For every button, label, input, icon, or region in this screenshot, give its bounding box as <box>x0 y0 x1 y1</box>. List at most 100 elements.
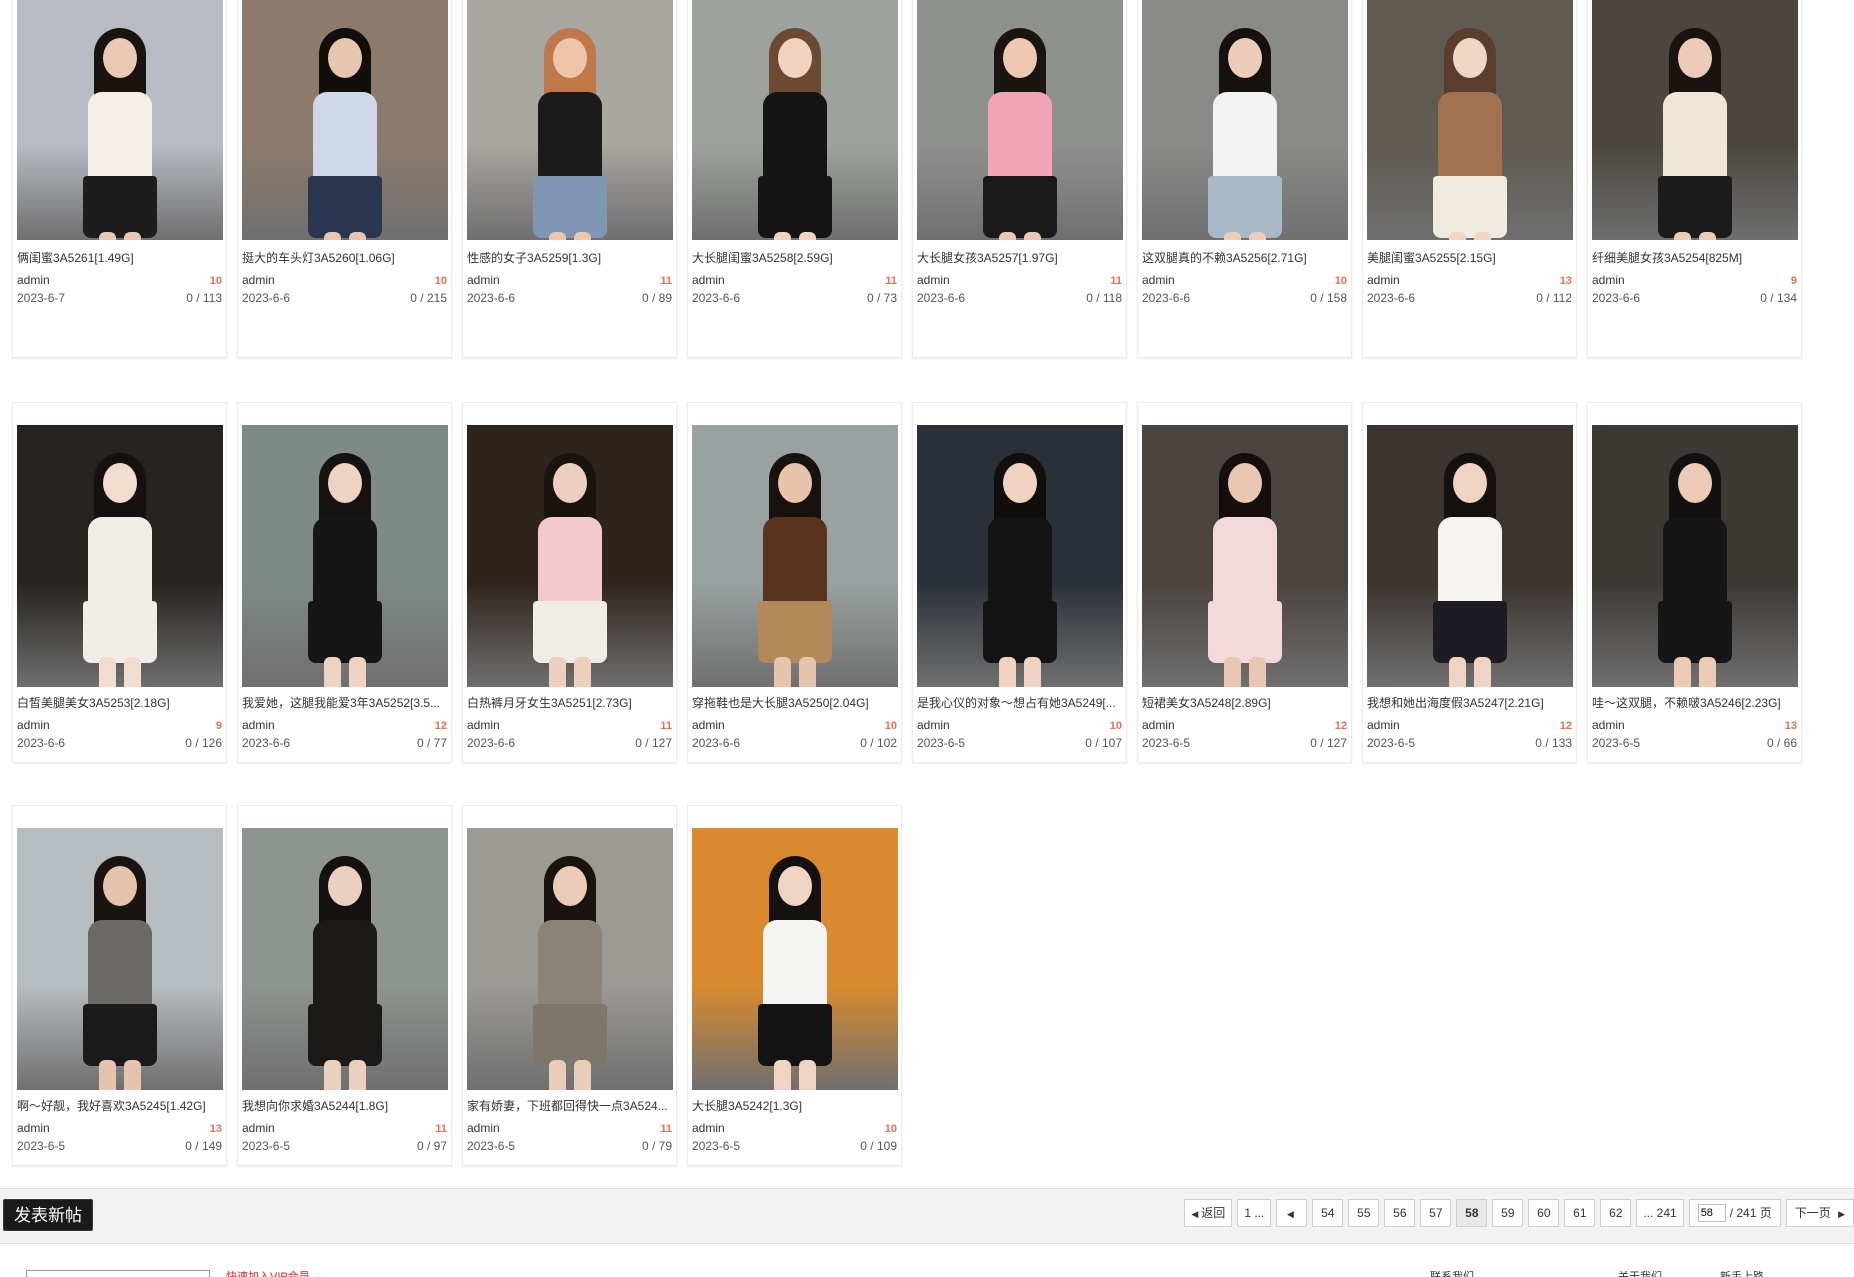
thread-thumbnail[interactable] <box>242 828 448 1090</box>
thread-card[interactable]: 这双腿真的不赖3A5256[2.71G] admin 10 2023-6-6 0 / 1… <box>1137 0 1352 358</box>
thread-card[interactable]: 大长腿3A5242[1.3G] admin 10 2023-6-5 0 / 109 <box>687 805 902 1166</box>
thread-thumbnail[interactable] <box>1592 425 1798 687</box>
thread-thumbnail[interactable] <box>467 425 673 687</box>
page-number[interactable]: 61 <box>1564 1199 1596 1227</box>
thread-thumbnail[interactable] <box>692 0 898 240</box>
thread-author[interactable]: admin <box>17 718 50 732</box>
thread-title[interactable]: 这双腿真的不赖3A5256[2.71G] <box>1142 250 1347 266</box>
footer-vip-link[interactable]: 快速加入VIP会员 <box>226 1270 310 1277</box>
page-jump-input[interactable] <box>1697 1204 1726 1222</box>
thread-thumbnail[interactable] <box>1592 0 1798 240</box>
thread-title[interactable]: 性感的女子3A5259[1.3G] <box>467 250 672 266</box>
thread-title[interactable]: 我爱她，这腿我能爱3年3A5252[3.5... <box>242 695 447 711</box>
thread-thumbnail[interactable] <box>917 0 1123 240</box>
page-number[interactable]: 55 <box>1348 1199 1380 1227</box>
thread-thumbnail[interactable] <box>17 0 223 240</box>
thread-author[interactable]: admin <box>242 718 275 732</box>
footer-about-link[interactable]: 关于我们 <box>1618 1270 1662 1277</box>
thread-title[interactable]: 美腿闺蜜3A5255[2.15G] <box>1367 250 1572 266</box>
thread-author[interactable]: admin <box>242 1121 275 1135</box>
thread-author[interactable]: admin <box>692 273 725 287</box>
thread-card[interactable]: 挺大的车头灯3A5260[1.06G] admin 10 2023-6-6 0 / 21… <box>237 0 452 358</box>
thread-thumbnail[interactable] <box>1142 425 1348 687</box>
thread-author[interactable]: admin <box>1592 273 1625 287</box>
thread-title[interactable]: 短裙美女3A5248[2.89G] <box>1142 695 1347 711</box>
thread-card[interactable]: 哇～这双腿，不赖啵3A5246[2.23G] admin 13 2023-6-5 0 /… <box>1587 402 1802 763</box>
thread-title[interactable]: 俩闺蜜3A5261[1.49G] <box>17 250 222 266</box>
page-number[interactable]: 59 <box>1492 1199 1524 1227</box>
footer-contact-link[interactable]: 联系我们 <box>1430 1270 1474 1277</box>
thread-card[interactable]: 是我心仪的对象～想占有她3A5249[... admin 10 2023-6-5 0 /… <box>912 402 1127 763</box>
thread-author[interactable]: admin <box>917 273 950 287</box>
thread-thumbnail[interactable] <box>17 425 223 687</box>
thread-thumbnail[interactable] <box>467 0 673 240</box>
thread-card[interactable]: 我爱她，这腿我能爱3年3A5252[3.5... admin 12 2023-6-6 0… <box>237 402 452 763</box>
prev-page-button[interactable]: ◀ <box>1276 1199 1308 1227</box>
thread-card[interactable]: 短裙美女3A5248[2.89G] admin 12 2023-6-5 0 / 127 <box>1137 402 1352 763</box>
thread-card[interactable]: 性感的女子3A5259[1.3G] admin 11 2023-6-6 0 / 89 <box>462 0 677 358</box>
thread-card[interactable]: 俩闺蜜3A5261[1.49G] admin 10 2023-6-7 0 / 113 <box>12 0 227 358</box>
thread-card[interactable]: 家有娇妻，下班都回得快一点3A524... admin 11 2023-6-5 0 / … <box>462 805 677 1166</box>
thread-title[interactable]: 我想向你求婚3A5244[1.8G] <box>242 1098 447 1114</box>
page-first[interactable]: 1 ... <box>1237 1199 1272 1227</box>
thread-title[interactable]: 大长腿闺蜜3A5258[2.59G] <box>692 250 897 266</box>
thread-title[interactable]: 穿拖鞋也是大长腿3A5250[2.04G] <box>692 695 897 711</box>
thread-title[interactable]: 是我心仪的对象～想占有她3A5249[... <box>917 695 1122 711</box>
thread-author[interactable]: admin <box>1367 273 1400 287</box>
thread-author[interactable]: admin <box>1142 718 1175 732</box>
thread-author[interactable]: admin <box>1142 273 1175 287</box>
thread-title[interactable]: 大长腿女孩3A5257[1.97G] <box>917 250 1122 266</box>
thread-title[interactable]: 大长腿3A5242[1.3G] <box>692 1098 897 1114</box>
thread-author[interactable]: admin <box>692 718 725 732</box>
thread-thumbnail[interactable] <box>692 828 898 1090</box>
new-post-button[interactable]: 发表新帖 <box>3 1199 93 1231</box>
thread-card[interactable]: 大长腿闺蜜3A5258[2.59G] admin 11 2023-6-6 0 / 73 <box>687 0 902 358</box>
page-number[interactable]: 60 <box>1528 1199 1560 1227</box>
thread-thumbnail[interactable] <box>1367 425 1573 687</box>
page-last[interactable]: ... 241 <box>1636 1199 1684 1227</box>
thread-card[interactable]: 纤细美腿女孩3A5254[825M] admin 9 2023-6-6 0 / 134 <box>1587 0 1802 358</box>
page-number[interactable]: 62 <box>1600 1199 1632 1227</box>
thread-author[interactable]: admin <box>467 718 500 732</box>
thread-card[interactable]: 白热裤月牙女生3A5251[2.73G] admin 11 2023-6-6 0 / 1… <box>462 402 677 763</box>
thread-card[interactable]: 我想向你求婚3A5244[1.8G] admin 11 2023-6-5 0 / 97 <box>237 805 452 1166</box>
thread-title[interactable]: 啊～好靓，我好喜欢3A5245[1.42G] <box>17 1098 222 1114</box>
thread-card[interactable]: 美腿闺蜜3A5255[2.15G] admin 13 2023-6-6 0 / 112 <box>1362 0 1577 358</box>
thread-thumbnail[interactable] <box>1367 0 1573 240</box>
thread-card[interactable]: 我想和她出海度假3A5247[2.21G] admin 12 2023-6-5 0 / … <box>1362 402 1577 763</box>
thread-thumbnail[interactable] <box>692 425 898 687</box>
thread-title[interactable]: 白皙美腿美女3A5253[2.18G] <box>17 695 222 711</box>
thread-card[interactable]: 穿拖鞋也是大长腿3A5250[2.04G] admin 10 2023-6-6 0 / … <box>687 402 902 763</box>
page-current[interactable]: 58 <box>1456 1199 1488 1227</box>
thread-title[interactable]: 我想和她出海度假3A5247[2.21G] <box>1367 695 1572 711</box>
back-button[interactable]: ◀ 返回 <box>1184 1199 1233 1227</box>
page-number[interactable]: 56 <box>1384 1199 1416 1227</box>
thread-author[interactable]: admin <box>692 1121 725 1135</box>
thread-title[interactable]: 挺大的车头灯3A5260[1.06G] <box>242 250 447 266</box>
page-number[interactable]: 54 <box>1312 1199 1344 1227</box>
thread-card[interactable]: 白皙美腿美女3A5253[2.18G] admin 9 2023-6-6 0 / 126 <box>12 402 227 763</box>
thread-author[interactable]: admin <box>17 1121 50 1135</box>
thread-thumbnail[interactable] <box>1142 0 1348 240</box>
thread-card[interactable]: 啊～好靓，我好喜欢3A5245[1.42G] admin 13 2023-6-5 0 /… <box>12 805 227 1166</box>
thread-thumbnail[interactable] <box>467 828 673 1090</box>
thread-title[interactable]: 纤细美腿女孩3A5254[825M] <box>1592 250 1797 266</box>
thread-thumbnail[interactable] <box>17 828 223 1090</box>
thread-author[interactable]: admin <box>917 718 950 732</box>
thread-author[interactable]: admin <box>1367 718 1400 732</box>
thread-author[interactable]: admin <box>17 273 50 287</box>
page-number[interactable]: 57 <box>1420 1199 1452 1227</box>
thread-card[interactable]: 大长腿女孩3A5257[1.97G] admin 11 2023-6-6 0 / 118 <box>912 0 1127 358</box>
thread-thumbnail[interactable] <box>242 425 448 687</box>
thread-thumbnail[interactable] <box>917 425 1123 687</box>
next-page-button[interactable]: 下一页 ▶ <box>1785 1199 1854 1227</box>
thread-title[interactable]: 家有娇妻，下班都回得快一点3A524... <box>467 1098 672 1114</box>
thread-author[interactable]: admin <box>467 1121 500 1135</box>
thread-thumbnail[interactable] <box>242 0 448 240</box>
thread-title[interactable]: 白热裤月牙女生3A5251[2.73G] <box>467 695 672 711</box>
thread-title[interactable]: 哇～这双腿，不赖啵3A5246[2.23G] <box>1592 695 1797 711</box>
thread-author[interactable]: admin <box>242 273 275 287</box>
footer-help-link[interactable]: 新手上路 <box>1720 1270 1764 1277</box>
thread-author[interactable]: admin <box>467 273 500 287</box>
thread-author[interactable]: admin <box>1592 718 1625 732</box>
